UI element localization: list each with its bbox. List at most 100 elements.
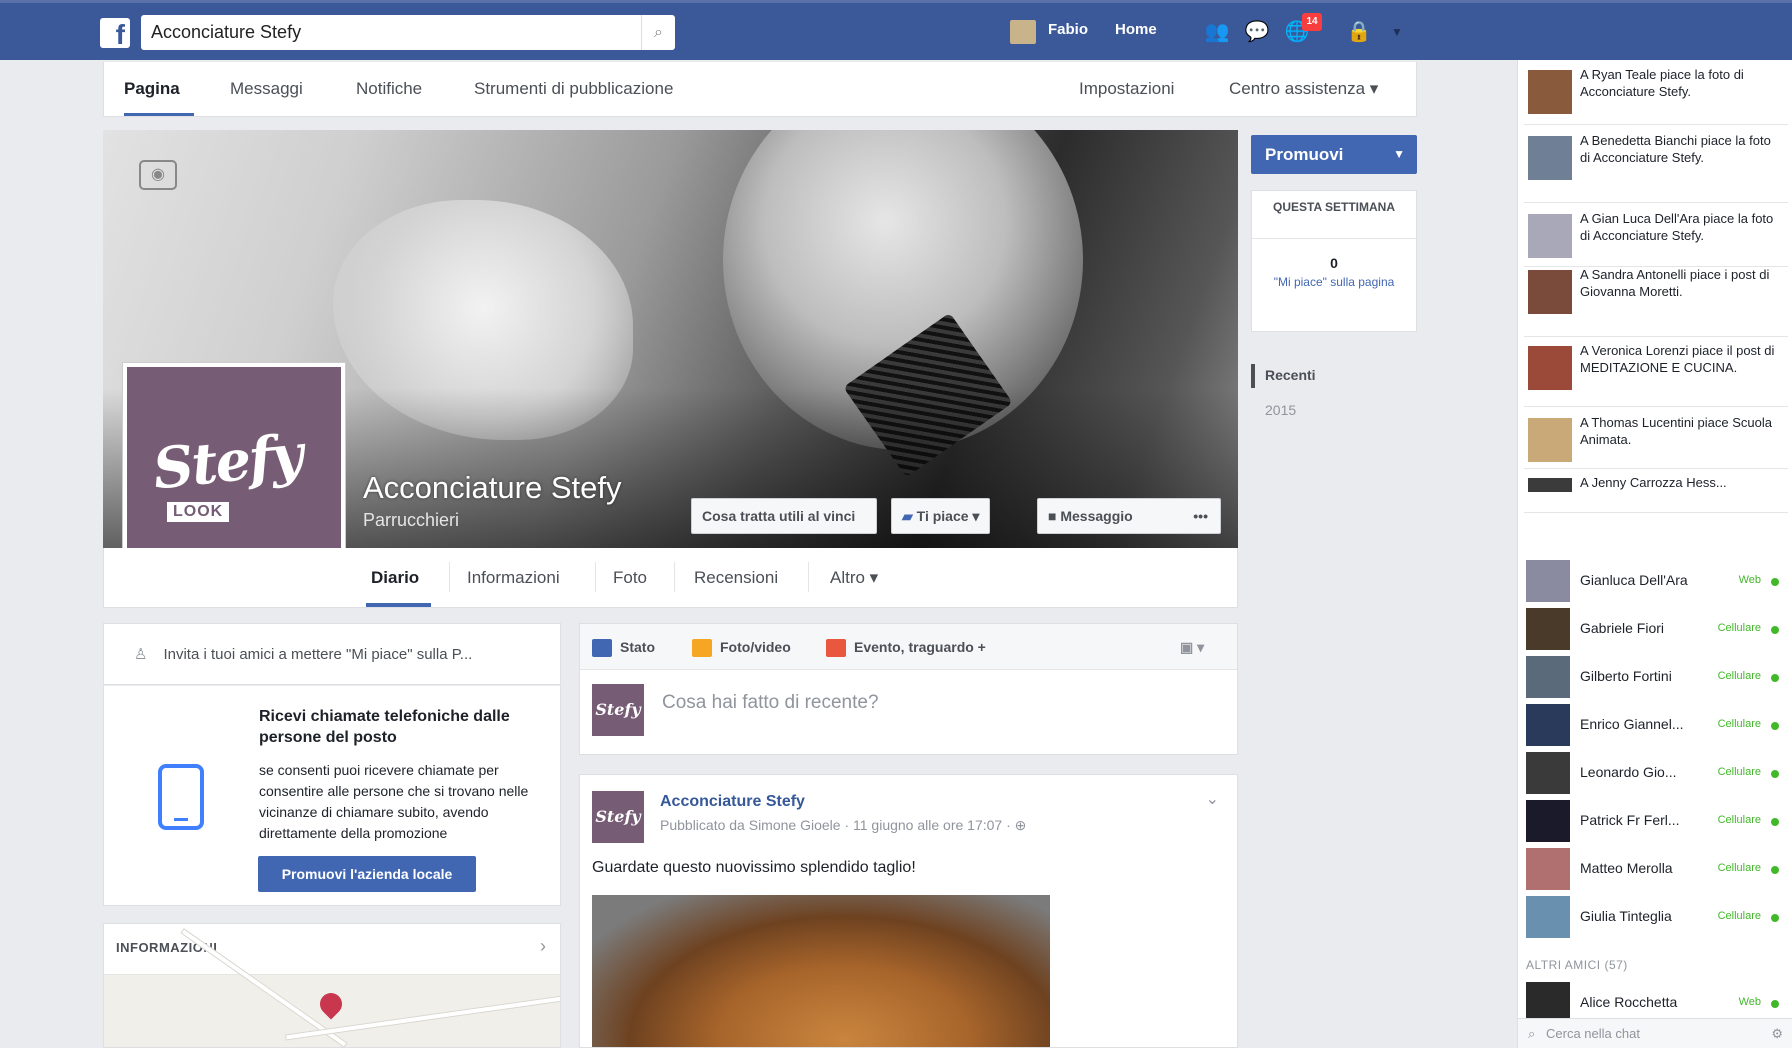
user-avatar[interactable] bbox=[1010, 20, 1036, 44]
tab-photos[interactable]: Foto bbox=[613, 568, 647, 588]
change-cover-camera-icon[interactable]: ◉ bbox=[139, 160, 177, 190]
profile-link[interactable]: Fabio bbox=[1048, 21, 1088, 38]
post-author[interactable]: Acconciature Stefy bbox=[660, 793, 805, 811]
nav-messages[interactable]: Messaggi bbox=[230, 79, 303, 99]
online-dot-icon bbox=[1771, 866, 1779, 874]
chat-search-input[interactable]: ⌕ Cerca nella chat ⚙ bbox=[1518, 1018, 1792, 1048]
page-category[interactable]: Parrucchieri bbox=[363, 510, 459, 531]
contact-name: Gianluca Dell'Ara bbox=[1580, 572, 1688, 588]
tab-timeline[interactable]: Diario bbox=[371, 568, 419, 588]
nav-settings[interactable]: Impostazioni bbox=[1079, 79, 1174, 99]
invite-button[interactable]: Cosa tratta utili al vinci bbox=[691, 498, 877, 534]
composer-tab-event[interactable]: Evento, traguardo + bbox=[826, 639, 986, 658]
chat-contact[interactable]: Enrico Giannel... Cellulare bbox=[1518, 704, 1792, 748]
phone-icon bbox=[158, 764, 204, 830]
invite-friends-text: Invita i tuoi amici a mettere "Mi piace"… bbox=[163, 646, 473, 663]
composer-tab-status[interactable]: Stato bbox=[592, 639, 655, 658]
activity-separator bbox=[1524, 468, 1788, 469]
contact-name: Alice Rocchetta bbox=[1580, 994, 1678, 1010]
activity-text: A Jenny Carrozza Hess... bbox=[1580, 475, 1727, 490]
chevron-down-icon: ▼ bbox=[1393, 147, 1405, 161]
photo-icon bbox=[692, 639, 712, 658]
activity-separator bbox=[1524, 406, 1788, 407]
account-menu-icon[interactable]: ▼ bbox=[1384, 20, 1410, 44]
friend-requests-icon[interactable]: 👥 bbox=[1204, 20, 1230, 44]
local-calls-card: Ricevi chiamate telefoniche dalle person… bbox=[103, 686, 561, 906]
chevron-right-icon[interactable]: › bbox=[540, 936, 546, 957]
post-avatar[interactable]: Stefy bbox=[592, 791, 644, 843]
activity-text: A Sandra Antonelli piace i post di Giova… bbox=[1580, 267, 1770, 299]
chat-search-placeholder: Cerca nella chat bbox=[1546, 1026, 1640, 1041]
promote-button[interactable]: Promuovi ▼ bbox=[1251, 135, 1417, 174]
tab-reviews[interactable]: Recensioni bbox=[694, 568, 778, 588]
page-identity-switcher[interactable]: ▣ ▾ bbox=[1180, 639, 1204, 656]
tab-separator bbox=[674, 562, 675, 592]
call-card-description: se consenti puoi ricevere chiamate per c… bbox=[259, 762, 529, 841]
nav-publishing-tools[interactable]: Strumenti di pubblicazione bbox=[474, 79, 673, 99]
info-card: INFORMAZIONI › bbox=[103, 923, 561, 1048]
search-icon[interactable]: ⌕ bbox=[641, 15, 675, 50]
calendar-icon bbox=[826, 639, 846, 658]
online-dot-icon bbox=[1771, 914, 1779, 922]
more-options-button[interactable]: ••• bbox=[1193, 499, 1208, 533]
notification-badge: 14 bbox=[1302, 13, 1322, 31]
contact-status: Cellulare bbox=[1717, 622, 1761, 634]
nav-page[interactable]: Pagina bbox=[124, 79, 180, 99]
home-link[interactable]: Home bbox=[1115, 21, 1157, 38]
activity-avatar bbox=[1528, 346, 1572, 390]
post-text: Guardate questo nuovissimo splendido tag… bbox=[592, 859, 916, 876]
online-dot-icon bbox=[1771, 770, 1779, 778]
chat-contact[interactable]: Gabriele Fiori Cellulare bbox=[1518, 608, 1792, 652]
search-input[interactable]: Acconciature Stefy ⌕ bbox=[141, 15, 675, 50]
chat-contact[interactable]: Matteo Merolla Cellulare bbox=[1518, 848, 1792, 892]
contact-status: Cellulare bbox=[1717, 862, 1761, 874]
map-pin-icon bbox=[315, 988, 347, 1020]
top-bar: f Acconciature Stefy ⌕ Fabio Home 👥 💬 🌐 … bbox=[0, 0, 1792, 60]
avatar bbox=[1526, 800, 1570, 842]
contact-status: Cellulare bbox=[1717, 766, 1761, 778]
tab-more[interactable]: Altro ▾ bbox=[830, 568, 878, 588]
gear-icon[interactable]: ⚙ bbox=[1771, 1019, 1783, 1048]
composer-tab-photo[interactable]: Foto/video bbox=[692, 639, 791, 658]
tab-separator bbox=[808, 562, 809, 592]
activity-text: A Gian Luca Dell'Ara piace la foto di Ac… bbox=[1580, 211, 1774, 243]
person-add-icon: ♙ bbox=[134, 646, 148, 663]
like-button[interactable]: ▰ Ti piace ▾ bbox=[891, 498, 991, 534]
week-likes-label[interactable]: "Mi piace" sulla pagina bbox=[1252, 275, 1416, 290]
promote-local-button[interactable]: Promuovi l'azienda locale bbox=[258, 856, 476, 892]
chat-contact[interactable]: Gianluca Dell'Ara Web bbox=[1518, 560, 1792, 604]
logo-look-text: LOOK bbox=[167, 502, 230, 522]
avatar bbox=[1526, 752, 1570, 794]
post-composer: Stato Foto/video Evento, traguardo + ▣ ▾… bbox=[579, 623, 1238, 755]
post-options-chevron-icon[interactable]: ⌄ bbox=[1206, 789, 1219, 809]
chat-contact[interactable]: Giulia Tinteglia Cellulare bbox=[1518, 896, 1792, 940]
timeline-year[interactable]: 2015 bbox=[1265, 402, 1296, 418]
message-button[interactable]: ■ Messaggio ••• bbox=[1037, 498, 1221, 534]
online-dot-icon bbox=[1771, 722, 1779, 730]
composer-tabs: Stato Foto/video Evento, traguardo + ▣ ▾ bbox=[580, 624, 1237, 670]
nav-active-indicator bbox=[124, 113, 194, 116]
post-image[interactable] bbox=[592, 895, 1050, 1047]
tab-about[interactable]: Informazioni bbox=[467, 568, 560, 588]
activity-text: A Veronica Lorenzi piace il post di MEDI… bbox=[1580, 343, 1775, 375]
location-map[interactable] bbox=[104, 928, 560, 1047]
activity-avatar bbox=[1528, 418, 1572, 462]
search-value: Acconciature Stefy bbox=[151, 22, 302, 42]
contact-status: Web bbox=[1738, 574, 1761, 586]
chat-contact[interactable]: Patrick Fr Ferl... Cellulare bbox=[1518, 800, 1792, 844]
facebook-logo[interactable]: f bbox=[100, 18, 130, 48]
chat-contact[interactable]: Leonardo Gio... Cellulare bbox=[1518, 752, 1792, 796]
timeline-recent[interactable]: Recenti bbox=[1265, 367, 1316, 383]
activity-separator bbox=[1524, 124, 1788, 125]
invite-friends-bar[interactable]: ♙ Invita i tuoi amici a mettere "Mi piace… bbox=[103, 623, 561, 685]
avatar bbox=[1526, 656, 1570, 698]
other-friends-label: ALTRI AMICI (57) bbox=[1526, 958, 1628, 972]
nav-notifications[interactable]: Notifiche bbox=[356, 79, 422, 99]
composer-input[interactable]: Cosa hai fatto di recente? bbox=[662, 692, 879, 714]
week-likes-value: 0 bbox=[1330, 255, 1338, 271]
contact-name: Gilberto Fortini bbox=[1580, 668, 1672, 684]
privacy-shortcuts-icon[interactable]: 🔒 bbox=[1346, 20, 1372, 44]
nav-help-center[interactable]: Centro assistenza ▾ bbox=[1229, 79, 1378, 99]
chat-contact[interactable]: Gilberto Fortini Cellulare bbox=[1518, 656, 1792, 700]
messages-icon[interactable]: 💬 bbox=[1244, 20, 1270, 44]
